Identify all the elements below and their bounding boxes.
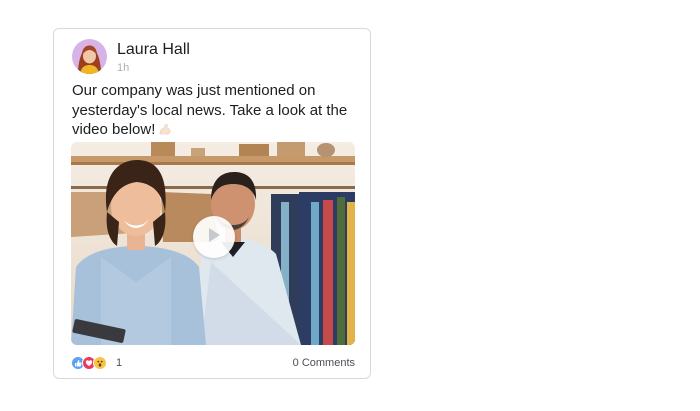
avatar-image — [72, 39, 107, 74]
play-icon — [207, 227, 221, 248]
post-header: Laura Hall 1h — [72, 39, 190, 75]
avatar[interactable] — [72, 39, 107, 74]
play-button[interactable] — [193, 216, 235, 258]
post-text-body: Our company was just mentioned on yester… — [72, 82, 348, 138]
reactions-summary[interactable]: 1 — [71, 356, 122, 370]
wow-icon — [93, 356, 107, 370]
post-card: Laura Hall 1h Our company was just menti… — [53, 28, 371, 379]
author-name[interactable]: Laura Hall — [117, 40, 190, 60]
post-text: Our company was just mentioned on yester… — [72, 81, 362, 142]
reaction-count: 1 — [116, 357, 123, 369]
post-timestamp[interactable]: 1h — [117, 61, 190, 75]
post-meta: Laura Hall 1h — [117, 39, 190, 75]
video-player[interactable] — [71, 142, 355, 345]
comments-link[interactable]: 0 Comments — [293, 357, 355, 369]
post-footer: 1 0 Comments — [71, 354, 355, 372]
muscle-arm-emoji-icon — [158, 122, 172, 142]
